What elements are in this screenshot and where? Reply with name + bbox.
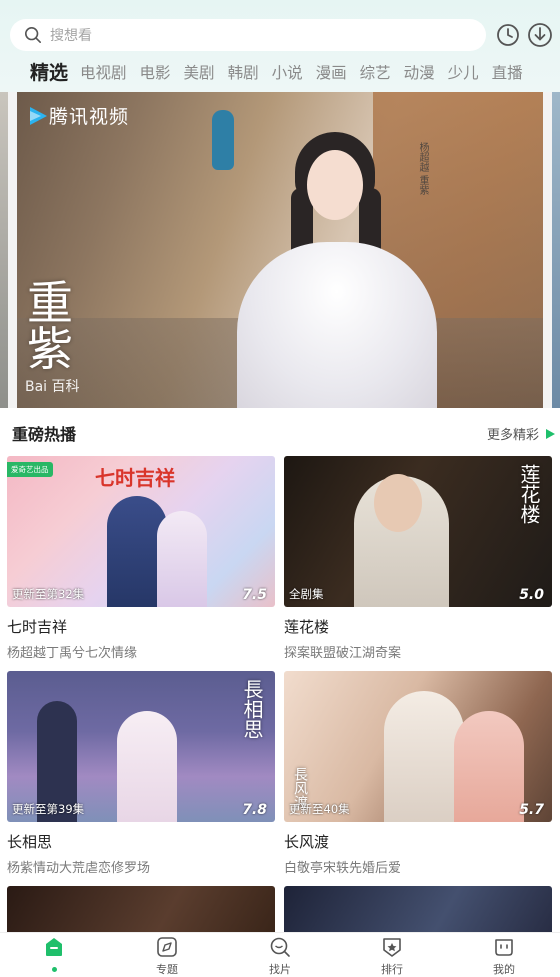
profile-icon xyxy=(495,939,513,956)
banner-brand: 腾讯视频 xyxy=(27,102,129,129)
drama-thumbnail[interactable]: 長风渡 更新至40集 5.7 xyxy=(284,671,552,822)
banner-figure-face xyxy=(307,150,363,220)
nav-ranking[interactable]: 排行 xyxy=(352,936,432,977)
drama-thumbnail[interactable]: 莲花楼 全剧集 5.0 xyxy=(284,456,552,607)
exclusive-tag: 爱奇艺出品 xyxy=(7,462,53,477)
banner-carousel[interactable]: 腾讯视频 杨超越 重紫 重紫 Bai 百科 xyxy=(0,92,560,408)
banner-next-peek[interactable] xyxy=(552,92,560,408)
banner-figure-dress xyxy=(237,242,437,408)
tab-anime[interactable]: 动漫 xyxy=(404,60,435,86)
drama-description: 白敬亭宋轶先婚后爱 xyxy=(284,861,402,876)
nav-find[interactable]: 找片 xyxy=(240,936,320,977)
score-badge: 7.5 xyxy=(242,587,267,603)
more-link[interactable]: 更多精彩 xyxy=(487,424,556,443)
score-badge: 7.8 xyxy=(242,802,267,818)
poster-figure xyxy=(384,691,464,822)
tab-k-drama[interactable]: 韩剧 xyxy=(228,60,259,86)
tab-variety[interactable]: 综艺 xyxy=(360,60,391,86)
update-status: 更新至40集 xyxy=(289,802,350,816)
poster-title: 莲花楼 xyxy=(517,464,541,524)
drama-card[interactable]: 莲花楼 全剧集 5.0 莲花楼 探案联盟破江湖奇案 xyxy=(284,456,552,661)
poster-figure-head xyxy=(374,474,422,532)
poster-figure xyxy=(454,711,524,822)
drama-title[interactable]: 长相思 xyxy=(7,831,275,852)
poster-title: 長相思 xyxy=(240,679,264,739)
tab-live[interactable]: 直播 xyxy=(492,60,523,86)
banner-calligraphy-title: 重紫 xyxy=(27,276,73,376)
badge-icon xyxy=(383,938,401,957)
score-badge: 5.0 xyxy=(519,587,544,603)
home-icon xyxy=(46,938,62,956)
tab-movie[interactable]: 电影 xyxy=(140,60,171,86)
category-tabs: 精选 电视剧 电影 美剧 韩剧 小说 漫画 综艺 动漫 少儿 直播 xyxy=(30,58,536,86)
drama-title[interactable]: 长风渡 xyxy=(284,831,552,852)
drama-thumbnail[interactable]: 七时吉祥 爱奇艺出品 更新至第32集 7.5 xyxy=(7,456,275,607)
nav-topics[interactable]: 专题 xyxy=(127,936,207,977)
play-arrow-icon xyxy=(546,428,556,439)
active-indicator xyxy=(51,967,57,972)
tab-us-drama[interactable]: 美剧 xyxy=(184,60,215,86)
nav-label: 专题 xyxy=(156,963,178,976)
tab-tv[interactable]: 电视剧 xyxy=(80,60,127,86)
tab-novel[interactable]: 小说 xyxy=(272,60,303,86)
compass-icon xyxy=(157,937,177,957)
banner-vase xyxy=(212,110,234,170)
drama-title[interactable]: 七时吉祥 xyxy=(7,616,275,637)
banner-slide[interactable]: 腾讯视频 杨超越 重紫 重紫 Bai 百科 xyxy=(17,92,543,408)
section-title: 重磅热播 xyxy=(12,425,77,444)
drama-thumbnail[interactable]: 長相思 更新至第39集 7.8 xyxy=(7,671,275,822)
drama-thumbnail[interactable] xyxy=(7,886,275,932)
drama-title[interactable]: 莲花楼 xyxy=(284,616,552,637)
bottom-nav: 专题 找片 排行 我的 xyxy=(0,932,560,977)
download-icon[interactable] xyxy=(527,22,553,48)
tab-kids[interactable]: 少儿 xyxy=(448,60,479,86)
search-placeholder: 搜想看 xyxy=(50,28,92,44)
update-status: 全剧集 xyxy=(289,587,324,601)
nav-home[interactable] xyxy=(14,936,94,972)
banner-baike-mark: Bai 百科 xyxy=(25,379,80,395)
tencent-video-logo-icon xyxy=(30,106,47,125)
nav-profile[interactable]: 我的 xyxy=(464,936,544,977)
poster-figure xyxy=(117,711,177,822)
update-status: 更新至第39集 xyxy=(12,802,85,816)
more-link-text: 更多精彩 xyxy=(487,428,540,443)
poster-figure xyxy=(157,511,207,607)
banner-brand-text: 腾讯视频 xyxy=(49,106,130,128)
nav-label: 我的 xyxy=(493,963,515,976)
drama-description: 探案联盟破江湖奇案 xyxy=(284,646,402,661)
drama-thumbnail[interactable] xyxy=(284,886,552,932)
drama-card[interactable]: 長相思 更新至第39集 7.8 长相思 杨紫情动大荒虐恋修罗场 xyxy=(7,671,275,876)
score-badge: 5.7 xyxy=(519,802,544,818)
drama-description: 杨超越丁禹兮七次情缘 xyxy=(7,646,138,661)
drama-card[interactable]: 長风渡 更新至40集 5.7 长风渡 白敬亭宋轶先婚后爱 xyxy=(284,671,552,876)
banner-prev-peek[interactable] xyxy=(0,92,8,408)
nav-label: 排行 xyxy=(381,963,403,976)
poster-title: 七时吉祥 xyxy=(95,466,175,490)
tab-comic[interactable]: 漫画 xyxy=(316,60,347,86)
clock-icon[interactable] xyxy=(496,23,520,47)
nav-label: 找片 xyxy=(269,963,291,976)
search-icon xyxy=(24,26,42,44)
top-header: 搜想看 精选 电视剧 电影 美剧 韩剧 小说 漫画 综艺 动漫 少儿 直播 xyxy=(0,0,560,92)
drama-description: 杨紫情动大荒虐恋修罗场 xyxy=(7,861,151,876)
drama-card[interactable]: 七时吉祥 爱奇艺出品 更新至第32集 7.5 七时吉祥 杨超越丁禹兮七次情缘 xyxy=(7,456,275,661)
banner-signature: 杨超越 重紫 xyxy=(417,142,428,196)
search-bar[interactable]: 搜想看 xyxy=(10,19,486,51)
search-icon xyxy=(270,937,290,957)
update-status: 更新至第32集 xyxy=(12,587,85,601)
tab-featured[interactable]: 精选 xyxy=(30,60,68,86)
